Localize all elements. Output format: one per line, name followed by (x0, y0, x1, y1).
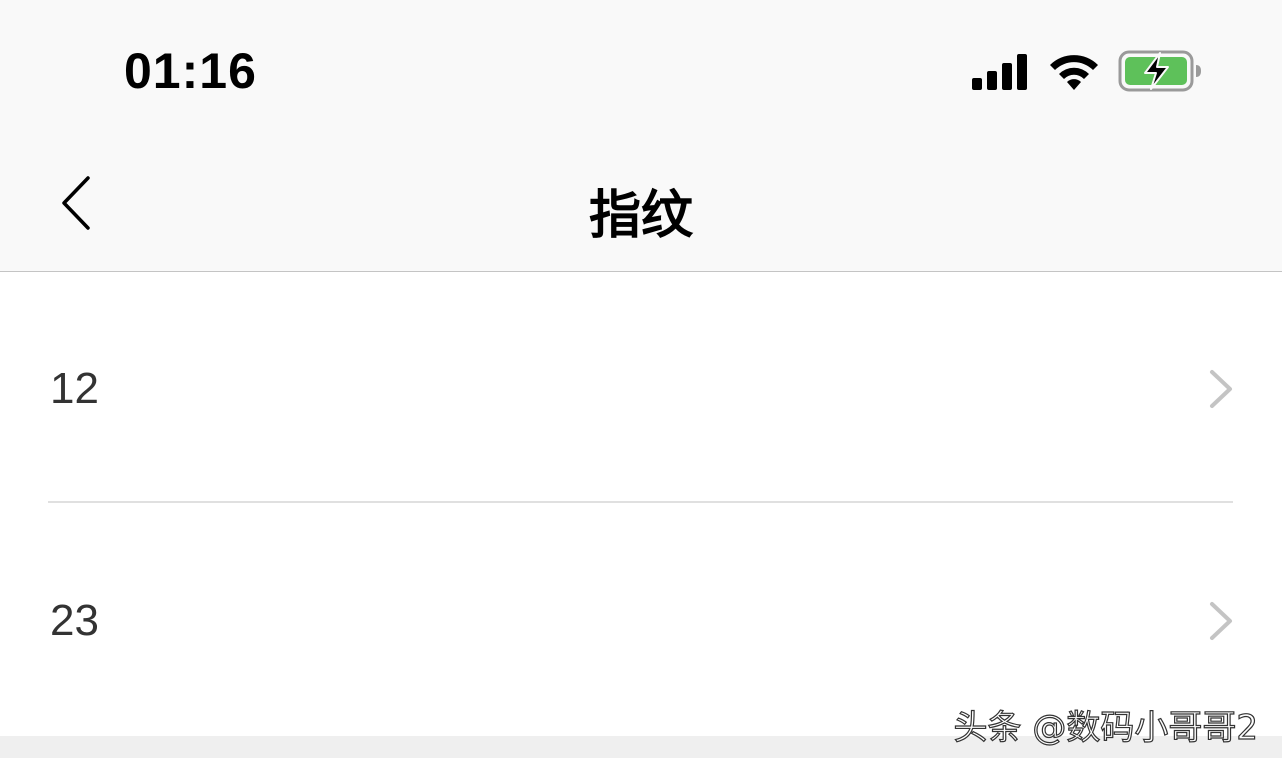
fingerprint-list: 12 23 (0, 272, 1282, 736)
navigation-bar: 指纹 (0, 140, 1282, 272)
wifi-icon (1050, 55, 1098, 90)
cellular-signal-icon (972, 54, 1027, 90)
status-time: 01:16 (124, 43, 257, 99)
status-bar: 01:16 (0, 0, 1282, 140)
page-title: 指纹 (588, 186, 693, 246)
watermark: 头条 @数码小哥哥2 (953, 707, 1259, 748)
battery-charging-icon (1118, 50, 1201, 92)
chevron-right-icon (1210, 602, 1232, 640)
fingerprint-item[interactable]: 12 (0, 272, 1282, 503)
fingerprint-label: 12 (50, 364, 99, 413)
status-icons (968, 48, 1208, 94)
fingerprint-label: 23 (50, 596, 99, 645)
chevron-right-icon (1210, 370, 1232, 408)
list-divider (48, 501, 1233, 503)
